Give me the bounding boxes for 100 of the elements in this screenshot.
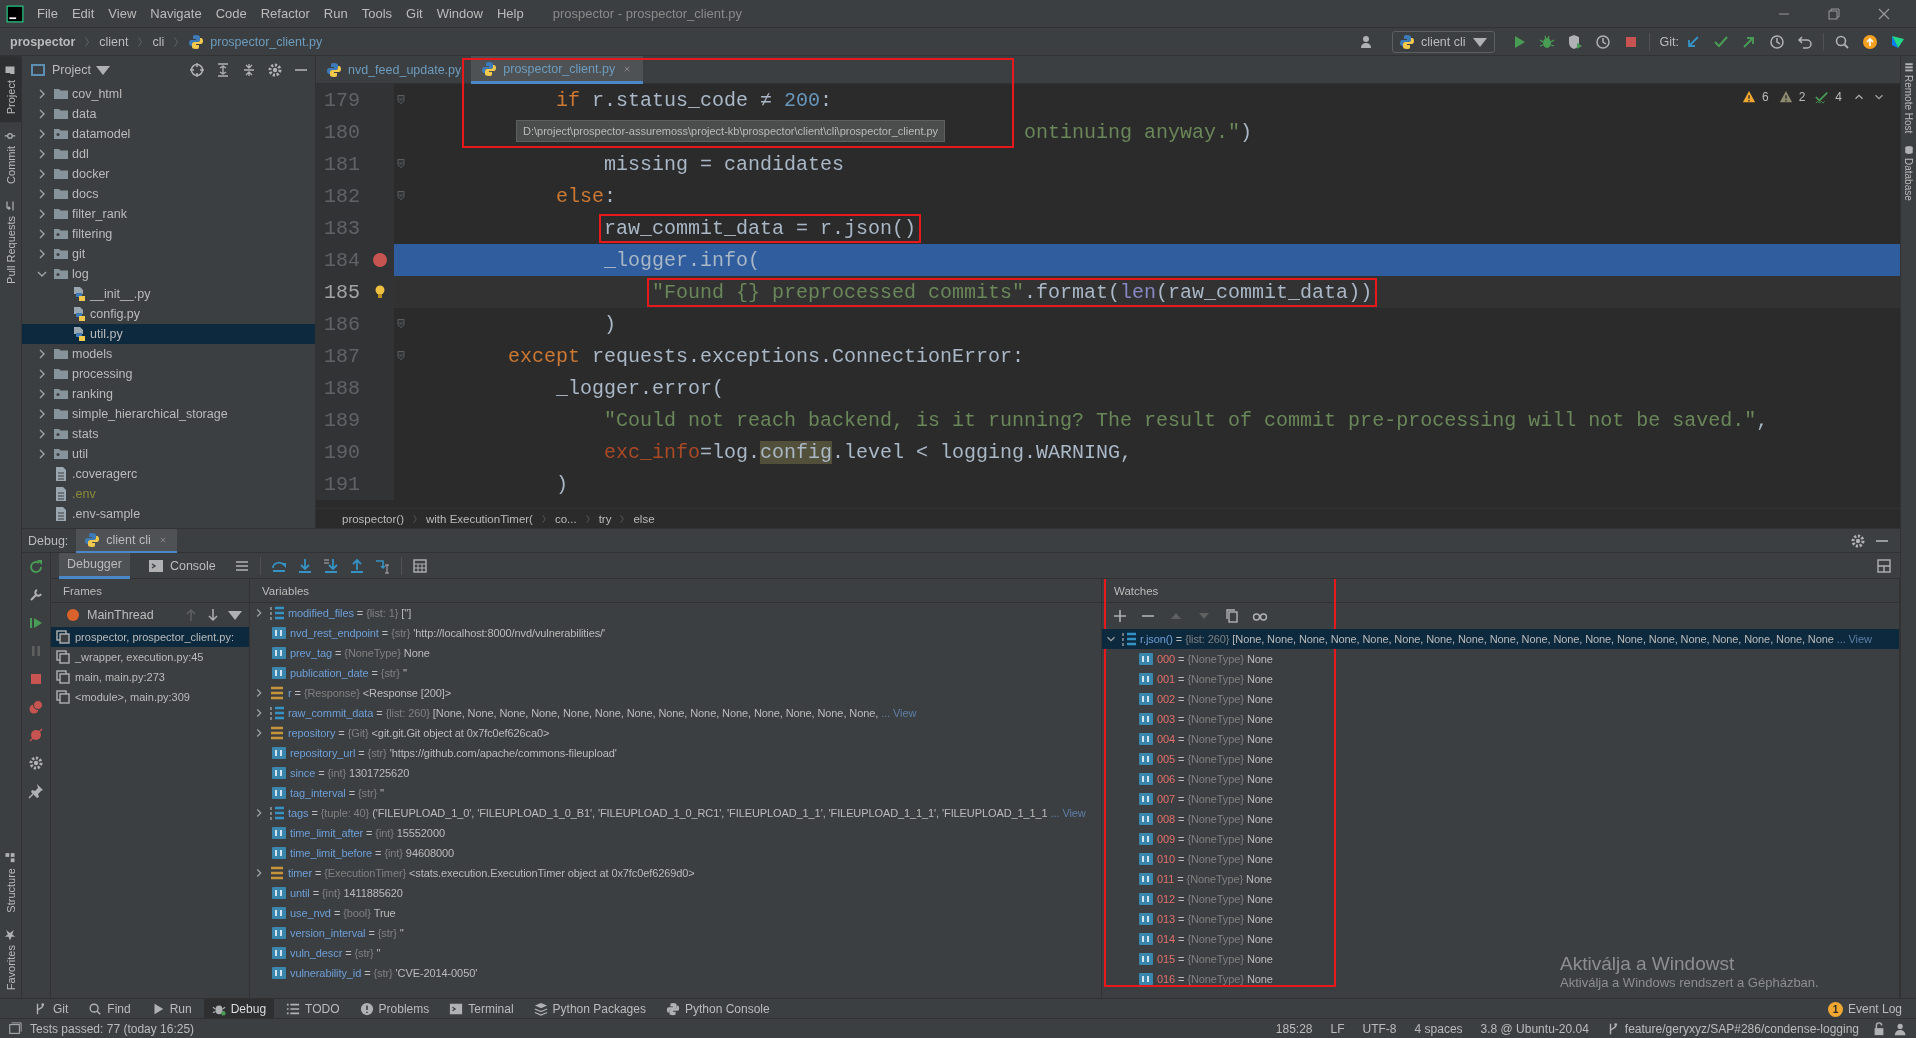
tool-window-button[interactable]: Python Console <box>658 999 778 1018</box>
status-item[interactable]: LF <box>1325 1022 1350 1036</box>
tool-window-tab[interactable]: Favorites <box>0 920 21 998</box>
inspection-count[interactable]: 4 <box>1835 90 1842 104</box>
tool-window-tab[interactable]: Remote Host <box>1901 56 1916 140</box>
settings-icon[interactable] <box>28 587 44 603</box>
update-icon[interactable] <box>1862 33 1878 50</box>
check-icon[interactable] <box>1815 90 1830 104</box>
session-tab[interactable]: client cli <box>76 529 177 553</box>
shield-icon[interactable] <box>1566 33 1583 50</box>
settings-icon[interactable] <box>1850 532 1866 549</box>
menu-item[interactable]: File <box>30 6 65 21</box>
settings-icon[interactable] <box>267 62 283 78</box>
fold-icon[interactable] <box>395 350 407 362</box>
breadcrumb[interactable]: co... <box>554 512 577 525</box>
view-link[interactable]: ... View <box>1836 633 1872 645</box>
tree-item[interactable]: cov_html <box>22 84 315 104</box>
history-icon[interactable] <box>1769 33 1785 50</box>
tool-window-button[interactable]: Git <box>26 999 77 1018</box>
git-branch[interactable]: feature/geryxyz/SAP#286/condense-logging <box>1601 1022 1864 1036</box>
inspection-count[interactable]: 2 <box>1798 90 1806 104</box>
step-into-icon[interactable] <box>296 557 313 574</box>
breadcrumb[interactable]: client <box>99 34 129 49</box>
tree-item[interactable]: simple_hierarchical_storage <box>22 404 315 424</box>
fold-icon[interactable] <box>395 94 407 106</box>
breadcrumb[interactable]: prospector() <box>342 512 404 525</box>
restore-icon[interactable] <box>1826 5 1842 22</box>
breadcrumb[interactable]: prospector_client.py <box>210 34 323 49</box>
add-icon[interactable] <box>1112 608 1128 624</box>
tree-item[interactable]: util <box>22 444 315 464</box>
run-configuration-dropdown[interactable]: client cli <box>1392 30 1495 53</box>
event-log-button[interactable]: Event Log <box>1847 1002 1902 1016</box>
tool-window-button[interactable]: Python Packages <box>525 999 654 1018</box>
warning-icon[interactable] <box>1741 90 1756 104</box>
tree-item[interactable]: .env-sample <box>22 504 315 524</box>
fold-icon[interactable] <box>395 318 407 330</box>
stack-frame[interactable]: _wrapper, execution.py:45 <box>51 647 249 667</box>
breadcrumb[interactable]: cli <box>152 34 165 49</box>
tree-item[interactable]: processing <box>22 364 315 384</box>
status-item[interactable]: 4 spaces <box>1409 1022 1468 1036</box>
menu-item[interactable]: View <box>101 6 144 21</box>
inspection-count[interactable]: 6 <box>1761 90 1769 104</box>
settings-icon[interactable] <box>28 755 44 771</box>
menu-item[interactable]: Git <box>399 6 430 21</box>
debug-tab[interactable]: Console <box>139 552 224 579</box>
stack-frame[interactable]: <module>, main.py:309 <box>51 687 249 707</box>
thread-selector[interactable]: MainThread <box>51 603 249 627</box>
breadcrumb[interactable]: else <box>633 512 655 525</box>
tool-window-button[interactable]: TODO <box>278 999 348 1018</box>
triangle-logo-icon[interactable] <box>1890 33 1906 50</box>
resume-icon[interactable] <box>28 615 44 631</box>
debug-tab[interactable]: Debugger <box>59 552 130 579</box>
bug-icon[interactable] <box>1538 33 1555 50</box>
menu-item[interactable]: Run <box>316 6 355 21</box>
breakpoint-icon[interactable] <box>372 252 388 268</box>
tree-item[interactable]: git <box>22 244 315 264</box>
status-item[interactable]: 185:28 <box>1270 1022 1318 1036</box>
tree-item[interactable]: .env <box>22 484 315 504</box>
breadcrumb[interactable]: try <box>598 512 612 525</box>
tool-window-tab[interactable]: Pull Requests <box>0 192 21 292</box>
lock-icon[interactable] <box>1872 1022 1886 1036</box>
tree-item[interactable]: datamodel <box>22 124 315 144</box>
tool-window-button[interactable]: Run <box>142 999 200 1018</box>
menu-item[interactable]: Window <box>429 6 490 21</box>
tree-item[interactable]: filter_rank <box>22 204 315 224</box>
stack-frame[interactable]: main, main.py:273 <box>51 667 249 687</box>
fold-icon[interactable] <box>395 158 407 170</box>
locate-icon[interactable] <box>189 62 205 78</box>
collapse-all-icon[interactable] <box>241 62 257 78</box>
tool-window-tab[interactable]: Project <box>0 56 21 123</box>
pin-icon[interactable] <box>28 783 44 799</box>
run-to-cursor-icon[interactable] <box>374 557 391 574</box>
stop-icon[interactable] <box>28 671 44 687</box>
warning-icon[interactable] <box>1778 90 1793 104</box>
tree-item[interactable]: docs <box>22 184 315 204</box>
tree-item[interactable]: .coveragerc <box>22 464 315 484</box>
breakpoints-icon[interactable] <box>28 699 44 715</box>
stack-frame[interactable]: prospector, prospector_client.py: <box>51 627 249 647</box>
tool-window-tab[interactable]: Structure <box>0 844 21 921</box>
rerun-icon[interactable] <box>28 559 44 575</box>
menu-item[interactable]: Navigate <box>143 6 209 21</box>
tool-window-button[interactable]: Find <box>80 999 139 1018</box>
breadcrumb[interactable]: prospector <box>10 34 76 49</box>
status-item[interactable]: UTF-8 <box>1357 1022 1402 1036</box>
tree-item[interactable]: ddl <box>22 144 315 164</box>
menu-item[interactable]: Tools <box>354 6 400 21</box>
panel-icon[interactable] <box>8 1022 22 1036</box>
menu-item[interactable]: Edit <box>64 6 102 21</box>
editor-tab[interactable]: nvd_feed_update.py <box>316 56 472 84</box>
tool-window-tab[interactable]: Database <box>1901 139 1916 208</box>
tree-item[interactable]: docker <box>22 164 315 184</box>
layout-icon[interactable] <box>1876 557 1892 574</box>
arrow-down-left-icon[interactable] <box>1685 33 1701 50</box>
step-into-my-code-icon[interactable] <box>322 557 339 574</box>
step-out-icon[interactable] <box>348 557 365 574</box>
undo-icon[interactable] <box>1797 33 1813 50</box>
breadcrumb[interactable]: with ExecutionTimer( <box>426 512 533 525</box>
calculator-icon[interactable] <box>411 557 428 574</box>
tool-window-button[interactable]: Debug <box>203 999 275 1018</box>
mute-breakpoints-icon[interactable] <box>28 727 44 743</box>
